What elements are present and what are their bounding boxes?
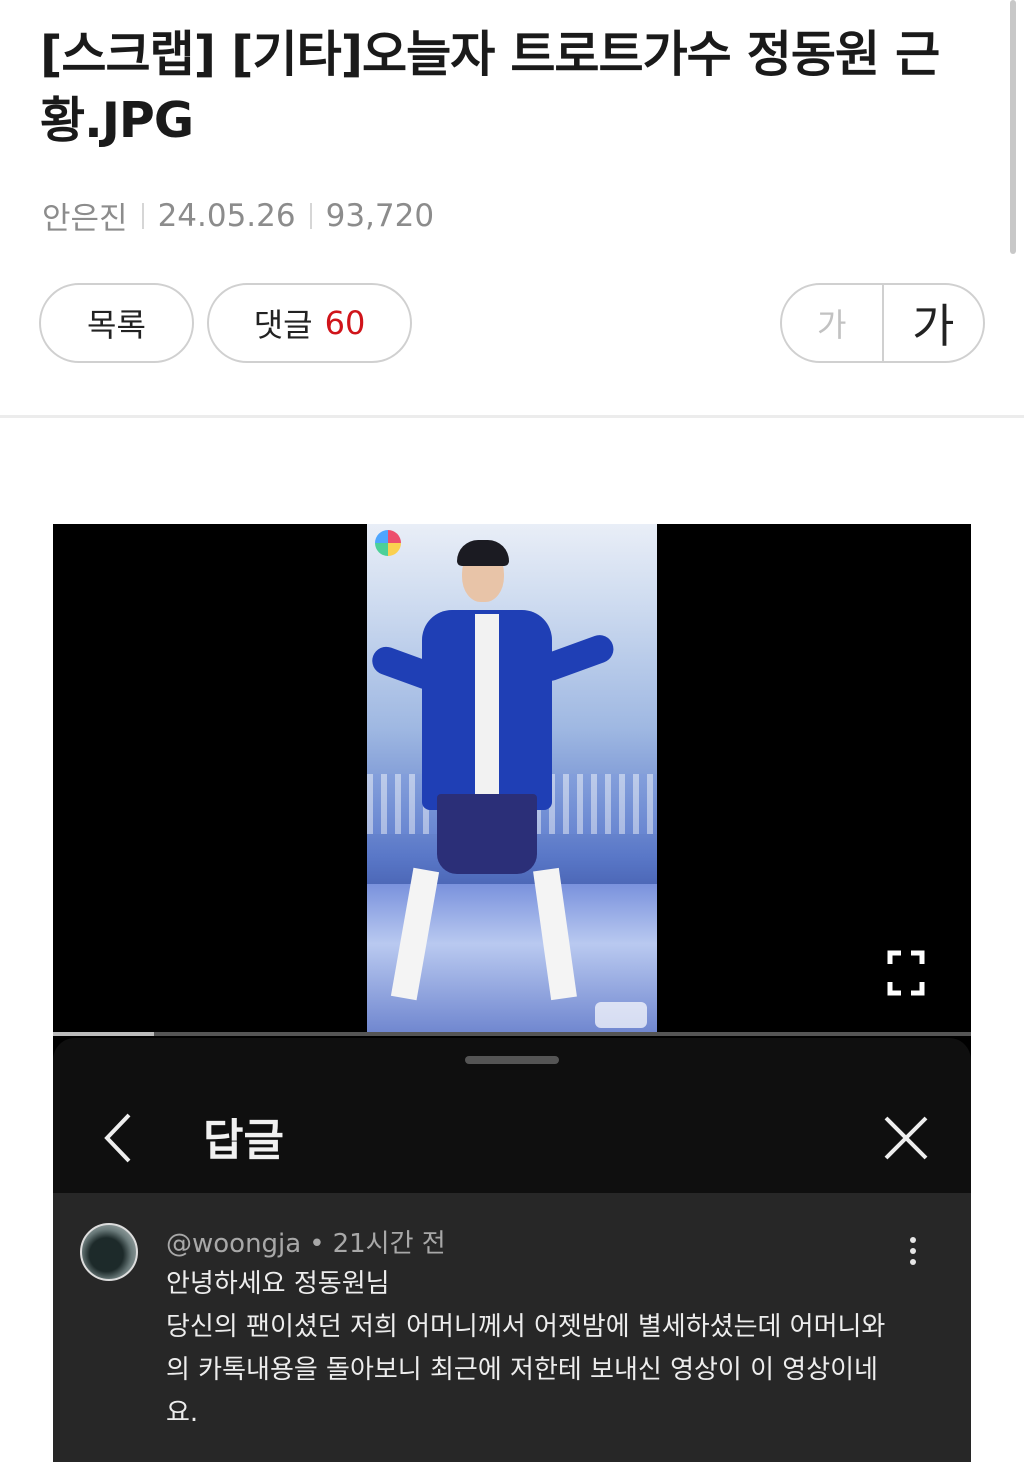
replies-panel-title: 답글 <box>203 1115 284 1166</box>
video-thumbnail[interactable] <box>367 524 657 1034</box>
comment-text: 안녕하세요 정동원님 당신의 팬이셨던 저희 어머니께서 어젯밤에 별세하셨는데… <box>166 1263 906 1435</box>
comment-text-line: 당신의 팬이셨던 저희 어머니께서 어젯밤에 별세하셨는데 어머니와의 카톡내용… <box>166 1312 886 1428</box>
back-arrow-icon[interactable] <box>103 1112 133 1164</box>
post-date: 24.05.26 <box>157 197 296 234</box>
meta-dot: • <box>309 1229 325 1259</box>
drag-handle[interactable] <box>465 1056 559 1064</box>
comment-count: 60 <box>324 304 366 342</box>
font-size-toggle: 가 가 <box>780 283 985 363</box>
list-button[interactable]: 목록 <box>39 283 194 363</box>
font-smaller-button[interactable]: 가 <box>782 285 884 361</box>
replies-panel: 답글 @woongja • 21시간 전 안녕하세요 정동원님 당신의 팬이셨던 저… <box>53 1038 971 1462</box>
comments-button-label: 댓글 <box>253 306 313 344</box>
comment-handle[interactable]: @woongja <box>166 1229 301 1259</box>
video-progress-track[interactable] <box>53 1032 971 1036</box>
avatar[interactable] <box>80 1223 138 1281</box>
singer-hanbok <box>437 794 537 874</box>
meta-divider <box>309 202 312 229</box>
fullscreen-icon[interactable] <box>887 950 925 996</box>
post-meta: 안은진 24.05.26 93,720 <box>42 193 434 238</box>
singer-hair <box>457 540 509 566</box>
comments-button[interactable]: 댓글 60 <box>207 283 412 363</box>
comment-text-line: 안녕하세요 정동원님 <box>166 1269 390 1299</box>
post-author: 안은진 <box>42 201 128 237</box>
singer-shirt <box>475 614 499 794</box>
post-title: [스크랩] [기타]오늘자 트로트가수 정동원 근황.JPG <box>40 26 940 149</box>
embedded-screenshot: 답글 @woongja • 21시간 전 안녕하세요 정동원님 당신의 팬이셨던 저… <box>53 524 971 1462</box>
replies-panel-header: 답글 <box>53 1082 971 1192</box>
comment-item: @woongja • 21시간 전 안녕하세요 정동원님 당신의 팬이셨던 저희 어… <box>53 1193 971 1462</box>
page-scrollbar[interactable] <box>1010 0 1016 254</box>
watermark-logo <box>595 1002 647 1028</box>
video-progress-fill <box>53 1032 154 1036</box>
broadcast-logo <box>375 530 401 556</box>
section-divider <box>0 415 1024 418</box>
more-options-icon[interactable] <box>909 1237 917 1267</box>
meta-divider <box>141 202 144 229</box>
comment-time: 21시간 전 <box>332 1229 446 1259</box>
close-icon[interactable] <box>883 1115 929 1161</box>
post-views: 93,720 <box>325 197 435 234</box>
list-button-label: 목록 <box>87 306 146 344</box>
comment-meta: @woongja • 21시간 전 <box>166 1223 446 1260</box>
font-larger-button[interactable]: 가 <box>884 285 984 361</box>
